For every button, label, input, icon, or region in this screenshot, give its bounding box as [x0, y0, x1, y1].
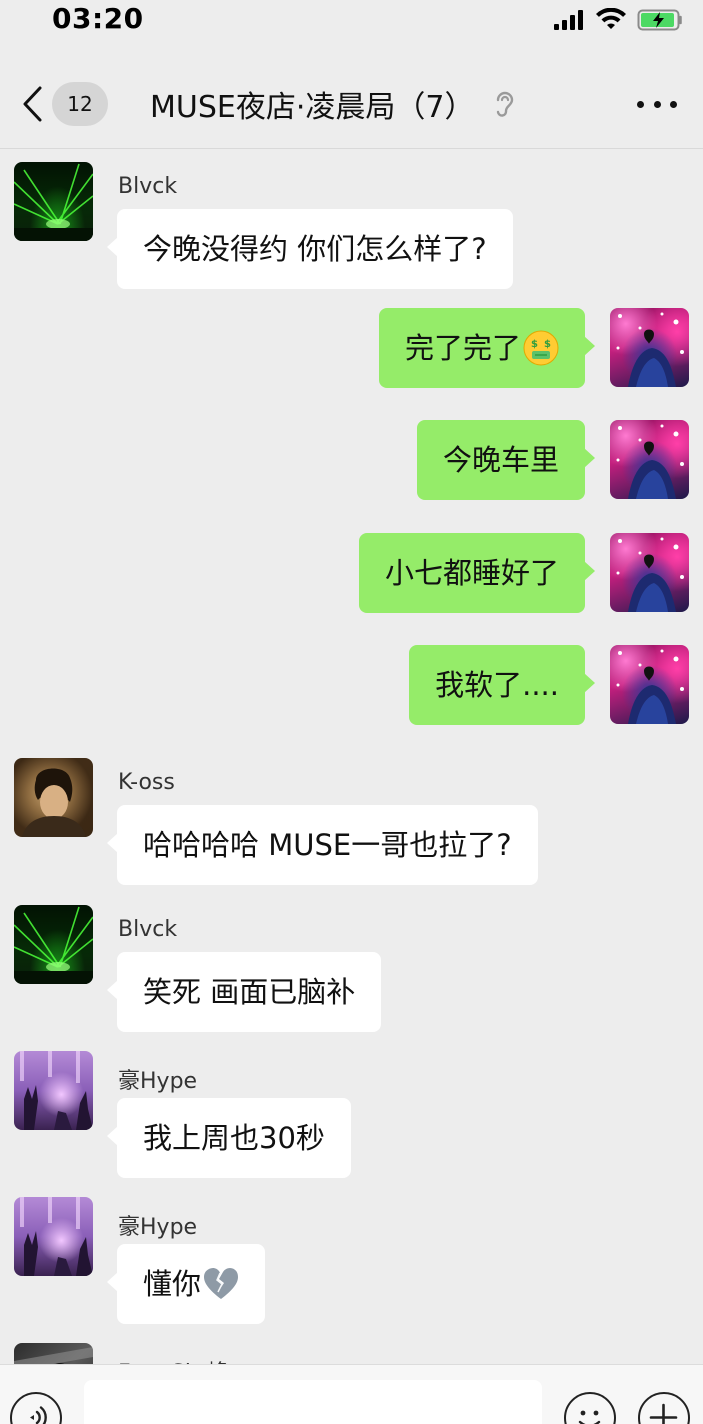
message-item: K-oss 哈哈哈哈 MUSE一哥也拉了?	[0, 758, 703, 888]
broken-heart-icon	[204, 1268, 239, 1299]
sender-name: Blvck	[118, 917, 178, 942]
avatar[interactable]	[14, 162, 93, 241]
status-icons	[553, 6, 685, 34]
message-item: 小七都睡好了	[0, 533, 703, 613]
money-mouth-face-icon: $ $	[523, 330, 559, 366]
laser-avatar-art	[14, 906, 93, 984]
avatar[interactable]	[610, 645, 689, 724]
signal-icon	[554, 10, 583, 30]
message-list[interactable]: Blvck 今晚没得约 你们怎么样了? 完了完了 $ $ 今晚车里 小七都睡好了…	[0, 149, 703, 1364]
message-bubble[interactable]: 小七都睡好了	[358, 533, 596, 613]
message-item: 我软了....	[0, 645, 703, 725]
message-bubble[interactable]: 完了完了 $ $	[378, 308, 596, 388]
sender-name: 豪Hype	[118, 1215, 198, 1240]
voice-wave-icon	[30, 1406, 47, 1424]
emoji-face-icon[interactable]	[564, 1392, 616, 1424]
avatar[interactable]	[14, 1197, 93, 1276]
chat-header: 12 MUSE夜店·凌晨局（7）	[0, 60, 703, 149]
dot	[637, 100, 644, 108]
message-item: 今晚车里	[0, 420, 703, 500]
battery-charging-icon	[637, 9, 682, 31]
message-item: Blvck 今晚没得约 你们怎么样了?	[0, 162, 703, 292]
avatar[interactable]	[14, 1051, 93, 1130]
hype-avatar-art	[20, 1197, 93, 1276]
message-input[interactable]	[84, 1380, 542, 1424]
status-bar: 03:20	[0, 0, 703, 48]
more-icon[interactable]	[637, 82, 677, 126]
status-time: 03:20	[52, 2, 144, 35]
back-chevron-icon[interactable]	[18, 82, 48, 126]
avatar[interactable]	[610, 420, 689, 499]
plus-icon[interactable]	[638, 1392, 690, 1424]
message-text: 懂你	[143, 1267, 202, 1301]
sender-name: K-oss	[118, 770, 175, 795]
laser-avatar-art	[14, 163, 93, 241]
message-item: Blvck 笑死 画面已脑补	[0, 905, 703, 1035]
earpiece-icon	[497, 91, 514, 117]
sender-name: Blvck	[118, 174, 178, 199]
svg-text:$: $	[531, 339, 538, 350]
avatar[interactable]	[14, 758, 93, 837]
smiley-icon	[578, 1410, 601, 1424]
unread-count-badge[interactable]: 12	[52, 82, 108, 126]
message-bubble[interactable]: 笑死 画面已脑补	[106, 952, 382, 1032]
message-item: FengSkr峰	[0, 1343, 703, 1364]
message-bubble[interactable]: 懂你	[106, 1244, 266, 1324]
avatar[interactable]	[14, 1343, 93, 1364]
feng-avatar-art	[14, 1347, 93, 1364]
dot	[653, 100, 661, 108]
self-avatar-art	[616, 649, 684, 724]
wifi-icon	[596, 8, 626, 29]
voice-icon[interactable]	[10, 1392, 62, 1424]
avatar[interactable]	[14, 905, 93, 984]
dot	[670, 100, 677, 108]
self-avatar-art	[616, 537, 684, 612]
self-avatar-art	[616, 424, 684, 499]
chat-screen: 03:20 12 MUSE夜店·凌晨局（7） Blvck 今晚没得约 你们怎么样…	[0, 0, 703, 1424]
message-bubble[interactable]: 我软了....	[409, 645, 595, 725]
avatar[interactable]	[610, 308, 689, 387]
self-avatar-art	[616, 312, 684, 387]
chat-title: MUSE夜店·凌晨局（7）	[150, 90, 475, 125]
message-bubble[interactable]: 我上周也30秒	[107, 1098, 351, 1178]
message-bubble[interactable]: 哈哈哈哈 MUSE一哥也拉了?	[107, 805, 538, 885]
sender-name: 豪Hype	[118, 1069, 198, 1094]
message-bubble[interactable]: 今晚车里	[416, 420, 596, 500]
message-item: 完了完了 $ $	[0, 308, 703, 388]
svg-text:$: $	[544, 339, 551, 350]
hype-avatar-art	[20, 1051, 93, 1130]
plus-glyph-icon	[649, 1403, 678, 1424]
message-item: 豪Hype 懂你	[0, 1197, 703, 1327]
message-item: 豪Hype 我上周也30秒	[0, 1051, 703, 1181]
avatar[interactable]	[610, 533, 689, 612]
sender-name: FengSkr峰	[118, 1355, 229, 1364]
input-bar	[0, 1364, 703, 1424]
message-bubble[interactable]: 今晚没得约 你们怎么样了?	[107, 209, 513, 289]
chat-title-group[interactable]: MUSE夜店·凌晨局（7）	[150, 82, 550, 126]
message-text: 完了完了	[404, 331, 521, 365]
kos-avatar-art	[22, 768, 86, 837]
